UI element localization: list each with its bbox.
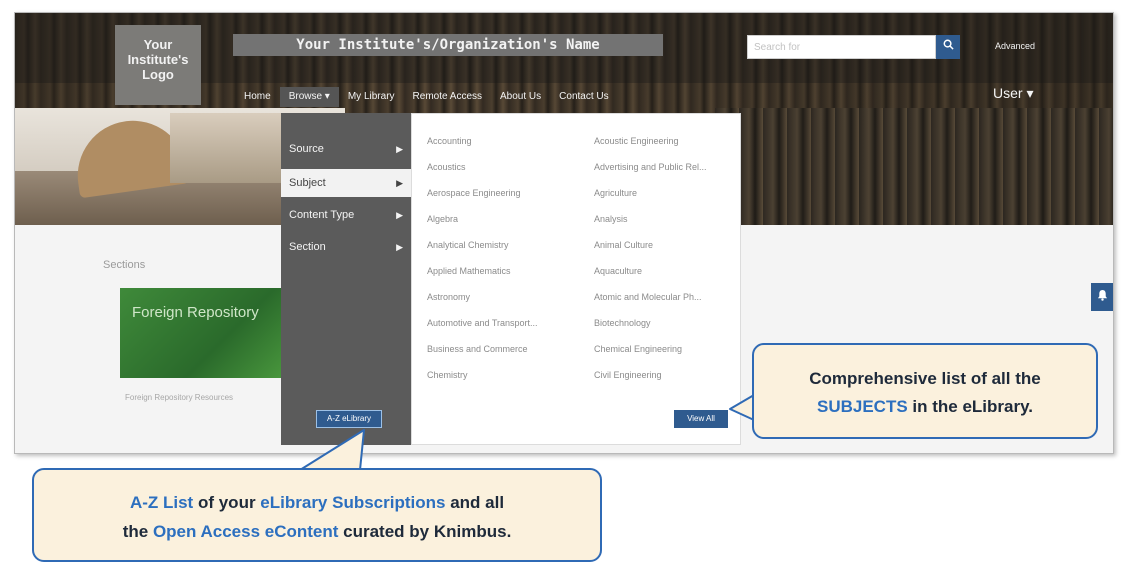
subject-link[interactable]: Accounting bbox=[427, 136, 472, 146]
category-label: Source bbox=[289, 143, 324, 155]
category-label: Content Type bbox=[289, 209, 355, 221]
nav-home[interactable]: Home bbox=[235, 87, 280, 107]
subject-link[interactable]: Agriculture bbox=[594, 188, 637, 198]
subject-link[interactable]: Animal Culture bbox=[594, 240, 653, 250]
callout-line: Comprehensive list of all the bbox=[809, 369, 1041, 388]
callout-text: and all bbox=[445, 493, 505, 512]
callout-highlight: Open Access eContent bbox=[152, 522, 339, 541]
category-label: Section bbox=[289, 241, 326, 253]
subject-link[interactable]: Aquaculture bbox=[594, 266, 642, 276]
callout-text: in the eLibrary. bbox=[907, 397, 1033, 416]
subject-link[interactable]: Astronomy bbox=[427, 292, 470, 302]
nav-remote-access[interactable]: Remote Access bbox=[404, 87, 491, 107]
category-content-type[interactable]: Content Type ▶ bbox=[281, 201, 411, 229]
subject-link[interactable]: Chemical Engineering bbox=[594, 344, 682, 354]
nav-my-library[interactable]: My Library bbox=[339, 87, 404, 107]
advanced-search-link[interactable]: Advanced bbox=[995, 41, 1035, 51]
subject-link[interactable]: Aerospace Engineering bbox=[427, 188, 521, 198]
subject-link[interactable]: Chemistry bbox=[427, 370, 468, 380]
callout-highlight: eLibrary Subscriptions bbox=[260, 493, 446, 512]
subjects-callout: Comprehensive list of all the SUBJECTS i… bbox=[752, 343, 1098, 439]
subject-link[interactable]: Civil Engineering bbox=[594, 370, 662, 380]
chevron-right-icon: ▶ bbox=[396, 178, 403, 188]
callout-line: A-Z List of your eLibrary Subscriptions … bbox=[34, 488, 600, 517]
callout-highlight: SUBJECTS bbox=[816, 397, 908, 416]
az-elibrary-button[interactable]: A-Z eLibrary bbox=[316, 410, 382, 428]
subject-link[interactable]: Advertising and Public Rel... bbox=[594, 162, 707, 172]
subject-link[interactable]: Business and Commerce bbox=[427, 344, 528, 354]
institute-logo[interactable]: Your Institute's Logo bbox=[115, 25, 201, 105]
foreign-repository-card[interactable]: Foreign Repository bbox=[120, 288, 290, 378]
callout-line: the Open Access eContent curated by Knim… bbox=[34, 517, 600, 546]
category-section[interactable]: Section ▶ bbox=[281, 233, 411, 261]
nav-browse[interactable]: Browse ▾ bbox=[279, 87, 339, 107]
subject-link[interactable]: Acoustic Engineering bbox=[594, 136, 679, 146]
callout-text: the bbox=[122, 522, 153, 541]
sections-heading: Sections bbox=[103, 259, 146, 271]
card-title: Foreign Repository bbox=[132, 304, 259, 321]
search-input[interactable] bbox=[747, 35, 936, 59]
callout-highlight: A-Z List bbox=[129, 493, 194, 512]
nav-about-us[interactable]: About Us bbox=[491, 87, 550, 107]
subject-link[interactable]: Analytical Chemistry bbox=[427, 240, 509, 250]
category-label: Subject bbox=[289, 177, 326, 189]
nav-contact-us[interactable]: Contact Us bbox=[550, 87, 617, 107]
chevron-right-icon: ▶ bbox=[396, 210, 403, 220]
browse-category-menu: Source ▶ Subject ▶ Content Type ▶ Sectio… bbox=[281, 113, 411, 445]
subject-link[interactable]: Analysis bbox=[594, 214, 628, 224]
bell-icon bbox=[1097, 289, 1107, 301]
chevron-right-icon: ▶ bbox=[396, 242, 403, 252]
card-caption: Foreign Repository Resources bbox=[125, 393, 234, 402]
organization-name: Your Institute's/Organization's Name bbox=[233, 34, 663, 56]
search-icon bbox=[943, 39, 954, 50]
subject-link[interactable]: Acoustics bbox=[427, 162, 466, 172]
category-subject[interactable]: Subject ▶ bbox=[281, 169, 411, 197]
user-menu[interactable]: User ▾ bbox=[993, 85, 1033, 102]
category-source[interactable]: Source ▶ bbox=[281, 135, 411, 163]
subject-link[interactable]: Biotechnology bbox=[594, 318, 651, 328]
chevron-right-icon: ▶ bbox=[396, 144, 403, 154]
az-list-callout: A-Z List of your eLibrary Subscriptions … bbox=[32, 468, 602, 562]
notification-button[interactable] bbox=[1091, 283, 1113, 311]
subject-link[interactable]: Applied Mathematics bbox=[427, 266, 511, 276]
subject-list-panel: Accounting Acoustics Aerospace Engineeri… bbox=[411, 113, 741, 445]
search-button[interactable] bbox=[936, 35, 960, 59]
subject-link[interactable]: Atomic and Molecular Ph... bbox=[594, 292, 702, 302]
callout-line: SUBJECTS in the eLibrary. bbox=[754, 393, 1096, 421]
view-all-button[interactable]: View All bbox=[674, 410, 728, 428]
subject-link[interactable]: Algebra bbox=[427, 214, 458, 224]
main-nav: Home Browse ▾ My Library Remote Access A… bbox=[235, 87, 618, 107]
hero-bookshelf-image bbox=[715, 108, 1113, 225]
callout-text: of your bbox=[193, 493, 261, 512]
subject-link[interactable]: Automotive and Transport... bbox=[427, 318, 538, 328]
callout-text: curated by Knimbus. bbox=[338, 522, 512, 541]
